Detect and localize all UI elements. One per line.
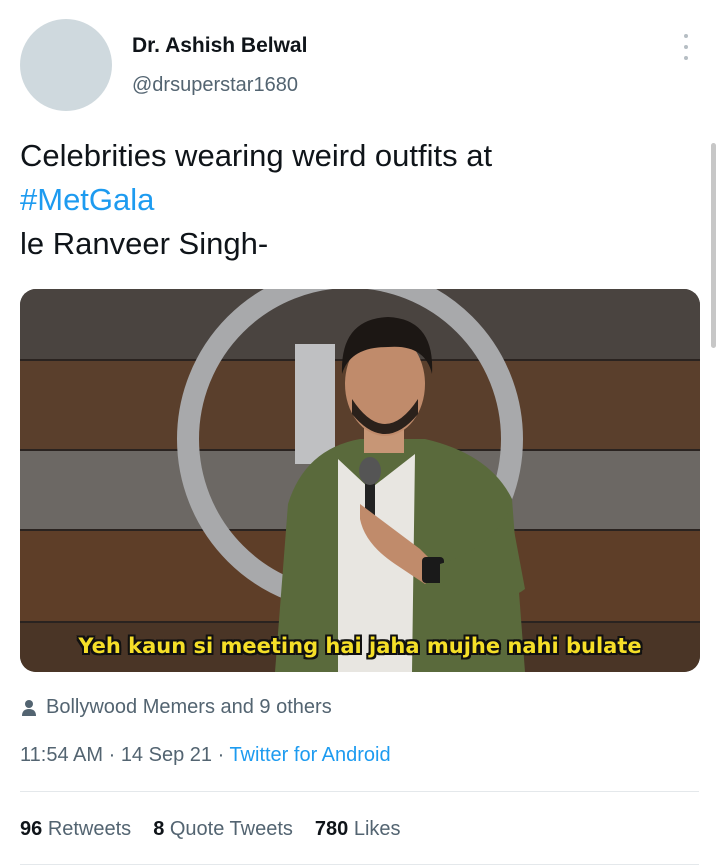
- likes-count: 780: [314, 818, 349, 840]
- tweet-time[interactable]: 11:54 AM: [20, 744, 103, 766]
- divider: [20, 791, 699, 792]
- retweets-label: Retweets: [47, 818, 132, 840]
- hashtag-link[interactable]: #MetGala: [20, 178, 492, 222]
- tweet-date[interactable]: 14 Sep 21: [121, 744, 212, 766]
- tweet-image[interactable]: Yeh kaun si meeting hai jaha mujhe nahi …: [20, 289, 700, 672]
- meta-separator: ·: [103, 744, 121, 766]
- tweet-text: Celebrities wearing weird outfits at #Me…: [20, 134, 492, 266]
- tweet-line-1: Celebrities wearing weird outfits at: [20, 138, 493, 173]
- divider: [20, 864, 699, 865]
- tweet-stats: 96 Retweets 8 Quote Tweets 780 Likes: [20, 818, 423, 841]
- tweet-meta: 11:54 AM · 14 Sep 21 · Twitter for Andro…: [20, 744, 391, 767]
- more-options-icon[interactable]: [676, 34, 696, 60]
- meta-separator: ·: [212, 744, 230, 766]
- author-name[interactable]: Dr. Ashish Belwal: [132, 34, 307, 58]
- likes-stat[interactable]: 780 Likes: [315, 818, 401, 841]
- scrollbar[interactable]: [711, 143, 716, 348]
- avatar[interactable]: [20, 19, 112, 111]
- tweet-source[interactable]: Twitter for Android: [229, 744, 390, 766]
- likes-label: Likes: [353, 818, 401, 840]
- meme-image: [20, 289, 700, 672]
- tweet-line-3: le Ranveer Singh-: [20, 226, 269, 261]
- retweets-stat[interactable]: 96 Retweets: [20, 818, 131, 841]
- meme-caption: Yeh kaun si meeting hai jaha mujhe nahi …: [78, 634, 642, 658]
- person-icon: [22, 699, 36, 716]
- quotes-label: Quote Tweets: [169, 818, 293, 840]
- retweets-count: 96: [20, 818, 43, 840]
- quotes-count: 8: [153, 818, 165, 840]
- quote-tweets-stat[interactable]: 8 Quote Tweets: [153, 818, 293, 841]
- liked-by-text: Bollywood Memers and 9 others: [46, 696, 332, 718]
- liked-by[interactable]: Bollywood Memers and 9 others: [20, 696, 332, 719]
- author-handle[interactable]: @drsuperstar1680: [132, 74, 298, 97]
